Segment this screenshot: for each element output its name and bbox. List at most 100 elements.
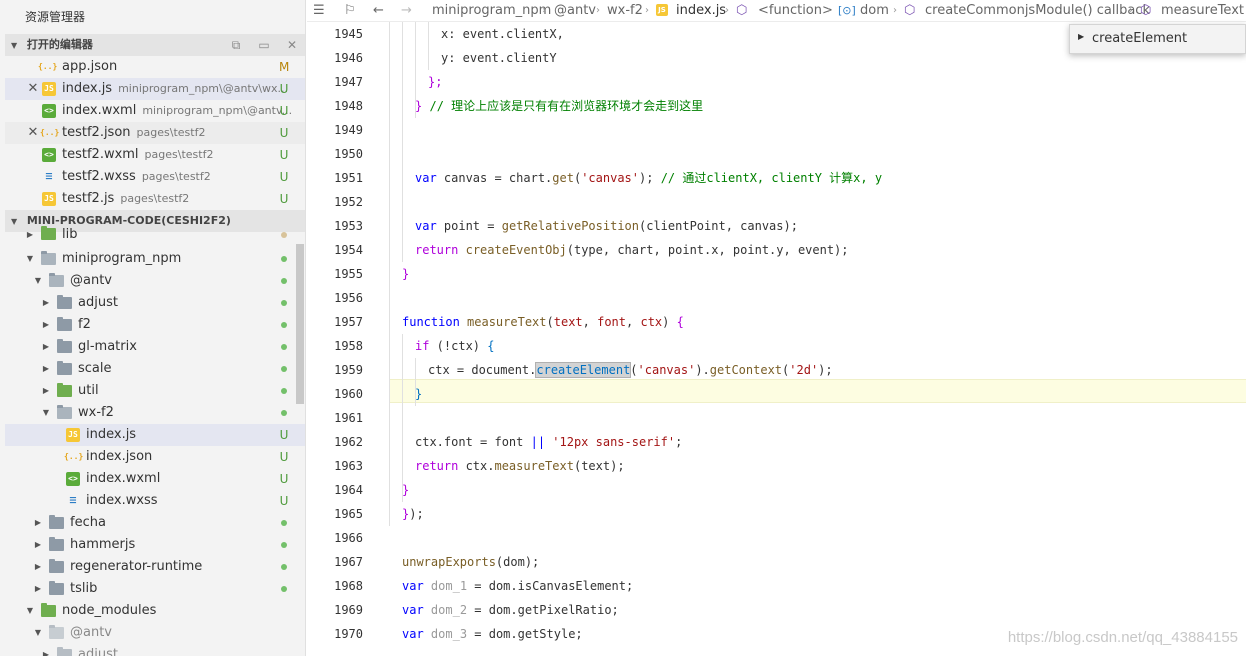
wxss-icon: ☰: [69, 496, 77, 505]
watermark: https://blog.csdn.net/qq_43884155: [1007, 629, 1238, 646]
explorer-sidebar: 资源管理器 ▼ 打开的编辑器 ⧉ ▭ ✕ {..} app.json M ✕ J…: [0, 0, 306, 656]
tree-item-folder[interactable]: ▶ adjust: [5, 644, 305, 656]
chevron-down-icon: ▼: [34, 276, 42, 285]
status-badge: U: [279, 450, 289, 464]
save-all-icon[interactable]: ▭: [256, 34, 272, 56]
code-line: ctx.font = font || '12px sans-serif';: [415, 435, 683, 449]
code-line: }: [402, 267, 410, 281]
breadcrumb-item[interactable]: measureText: [1161, 0, 1244, 22]
folder-icon: [57, 317, 72, 331]
code-editor[interactable]: ☰ ⚐ ← → miniprogram_npm › @antv › wx-f2 …: [307, 0, 1246, 656]
tree-item-folder[interactable]: ▶ adjust: [5, 292, 305, 314]
highlighted-symbol[interactable]: createElement: [535, 362, 632, 378]
breadcrumb-item[interactable]: wx-f2: [607, 0, 643, 22]
wxml-icon: <>: [42, 104, 56, 118]
status-badge: U: [279, 494, 289, 508]
tree-item-label: gl-matrix: [78, 339, 137, 354]
open-editor-item[interactable]: ✕ JS index.js miniprogram_npm\@antv\wx...…: [5, 78, 305, 100]
tree-item-label: tslib: [70, 581, 98, 596]
tree-item-file[interactable]: ☰ index.wxss U: [5, 490, 305, 512]
folder-icon: [49, 537, 64, 551]
code-line: }: [415, 387, 423, 401]
tree-item-folder[interactable]: ▼ miniprogram_npm: [5, 248, 305, 270]
status-dot: [281, 256, 287, 262]
indent-guide: [389, 22, 390, 526]
tree-item-folder[interactable]: ▶ hammerjs: [5, 534, 305, 556]
tree-item-file[interactable]: <> index.wxml U: [5, 468, 305, 490]
line-number: 1954: [334, 243, 363, 257]
indent-guide: [402, 334, 403, 502]
chevron-right-icon: ▶: [42, 298, 50, 307]
line-number: 1957: [334, 315, 363, 329]
outline-icon[interactable]: ☰: [313, 0, 325, 22]
tree-item-folder[interactable]: ▶ gl-matrix: [5, 336, 305, 358]
line-number: 1955: [334, 267, 363, 281]
open-editors-header[interactable]: ▼ 打开的编辑器 ⧉ ▭ ✕: [5, 34, 305, 56]
bookmark-icon[interactable]: ⚐: [344, 0, 356, 22]
code-line: x: event.clientX,: [441, 27, 564, 41]
tree-item-folder[interactable]: ▼ node_modules: [5, 600, 305, 622]
json-icon: {..}: [64, 452, 84, 461]
chevron-right-icon: ›: [596, 5, 600, 16]
tree-item-label: util: [78, 383, 99, 398]
tree-item-folder[interactable]: ▶ tslib: [5, 578, 305, 600]
line-number: 1966: [334, 531, 363, 545]
status-dot: [281, 232, 287, 238]
tree-item-folder[interactable]: ▼ wx-f2: [5, 402, 305, 424]
tree-item-folder[interactable]: ▶ util: [5, 380, 305, 402]
tree-item-folder[interactable]: ▶ f2: [5, 314, 305, 336]
dropdown-item-label[interactable]: createElement: [1092, 31, 1187, 46]
chevron-right-icon: ▶: [42, 386, 50, 395]
sidebar-scrollbar[interactable]: [296, 244, 304, 404]
status-badge: U: [279, 192, 289, 206]
breadcrumb-item[interactable]: createCommonjsModule() callback: [925, 0, 1150, 22]
tree-item-folder[interactable]: ▼ @antv: [5, 270, 305, 292]
breadcrumb-item[interactable]: dom: [860, 0, 889, 22]
open-editors-label: 打开的编辑器: [26, 38, 93, 51]
tree-item-folder[interactable]: ▼ @antv: [5, 622, 305, 644]
new-untitled-file-icon[interactable]: ⧉: [228, 34, 244, 56]
code-line: y: event.clientY: [441, 51, 557, 65]
back-arrow-icon[interactable]: ←: [373, 0, 384, 22]
open-editor-item[interactable]: {..} app.json M: [5, 56, 305, 78]
status-dot: [281, 366, 287, 372]
tree-item-file[interactable]: {..} index.json U: [5, 446, 305, 468]
breadcrumb-symbol-dropdown[interactable]: ▶ createElement: [1069, 24, 1246, 54]
folder-icon: [49, 559, 64, 573]
js-icon: JS: [42, 82, 56, 96]
js-icon: JS: [656, 4, 668, 16]
tree-item-folder[interactable]: ▶ regenerator-runtime: [5, 556, 305, 578]
breadcrumb-item[interactable]: <function>: [758, 0, 833, 22]
open-editor-item[interactable]: <> index.wxml miniprogram_npm\@antv... U: [5, 100, 305, 122]
forward-arrow-icon[interactable]: →: [401, 0, 412, 22]
open-editor-item[interactable]: JS testf2.js pages\testf2 U: [5, 188, 305, 210]
tree-item-label: hammerjs: [70, 537, 136, 552]
open-editor-item[interactable]: ☰ testf2.wxss pages\testf2 U: [5, 166, 305, 188]
tree-item-label: node_modules: [62, 603, 157, 618]
close-icon[interactable]: ✕: [27, 122, 39, 144]
open-editor-name: index.js miniprogram_npm\@antv\wx...: [62, 81, 288, 96]
open-editor-name: testf2.js pages\testf2: [62, 191, 190, 206]
line-number: 1962: [334, 435, 363, 449]
cube-icon: ⬡: [1140, 3, 1152, 18]
tree-item-file[interactable]: JS index.js U: [5, 424, 305, 446]
close-icon[interactable]: ✕: [27, 78, 39, 100]
open-editor-item[interactable]: ✕ {..} testf2.json pages\testf2 U: [5, 122, 305, 144]
breadcrumb-item[interactable]: @antv: [554, 0, 596, 22]
open-editor-name: testf2.wxss pages\testf2: [62, 169, 211, 184]
tree-item-folder[interactable]: ▶ lib: [5, 226, 305, 244]
status-dot: [281, 300, 287, 306]
status-dot: [281, 564, 287, 570]
wxss-icon: ☰: [45, 172, 53, 181]
tree-item-folder[interactable]: ▶ fecha: [5, 512, 305, 534]
code-line: };: [428, 75, 443, 89]
breadcrumb-item[interactable]: index.js: [676, 0, 726, 22]
breadcrumb-item[interactable]: miniprogram_npm: [432, 0, 551, 22]
chevron-right-icon: ▶: [42, 320, 50, 329]
folder-open-icon: [41, 603, 56, 617]
chevron-down-icon: ▼: [11, 41, 18, 50]
close-all-icon[interactable]: ✕: [284, 34, 300, 56]
tree-item-folder[interactable]: ▶ scale: [5, 358, 305, 380]
open-editor-item[interactable]: <> testf2.wxml pages\testf2 U: [5, 144, 305, 166]
status-dot: [281, 542, 287, 548]
